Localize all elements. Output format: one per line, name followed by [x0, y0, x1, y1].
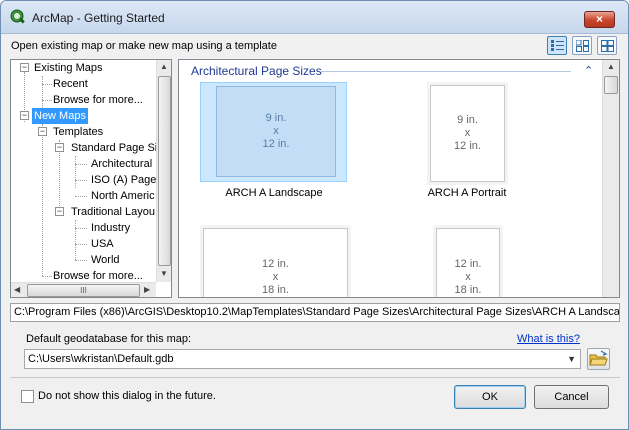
tree-industry[interactable]: Industry — [91, 220, 130, 236]
template-tile-arch-b-landscape[interactable]: 12 in. x 18 in. — [203, 228, 348, 297]
tree-connector — [42, 276, 52, 277]
tile-dim-1: 12 in. — [454, 258, 482, 270]
scroll-up-arrow-icon[interactable]: ▲ — [160, 62, 168, 71]
tree-existing-maps[interactable]: Existing Maps — [34, 60, 102, 76]
tree-connector — [75, 180, 87, 181]
chevron-down-icon[interactable]: ▼ — [567, 350, 576, 368]
tree-horizontal-scrollbar[interactable]: ◀ III ▶ — [11, 282, 156, 297]
small-thumbnails-icon — [576, 40, 589, 52]
tree-templates[interactable]: Templates — [53, 124, 103, 140]
tree-architectural[interactable]: Architectural — [91, 156, 152, 172]
tree-connector — [75, 220, 76, 260]
ok-button[interactable]: OK — [454, 385, 526, 409]
gallery-header-divider — [321, 71, 571, 72]
collapse-traditional-layouts-icon[interactable]: − — [55, 207, 64, 216]
tile-dim-2: 18 in. — [262, 284, 289, 296]
collapse-existing-maps-icon[interactable]: − — [20, 63, 29, 72]
tree-connector — [75, 244, 87, 245]
tile-dim-x: x — [272, 271, 279, 283]
template-tile-arch-b-portrait[interactable]: 12 in. x 18 in. — [436, 228, 500, 297]
tree-usa[interactable]: USA — [91, 236, 114, 252]
tree-vertical-scrollbar[interactable]: ▲ ▼ — [156, 60, 171, 282]
cancel-button[interactable]: Cancel — [534, 385, 609, 409]
tile-dim-1: 12 in. — [262, 258, 289, 270]
tree-connector — [75, 260, 87, 261]
footer-divider — [10, 377, 620, 378]
tree-iso-a-page[interactable]: ISO (A) Page — [91, 172, 156, 188]
open-folder-icon — [589, 350, 608, 366]
tree-world[interactable]: World — [91, 252, 120, 268]
tree-vertical-scroll-thumb[interactable] — [158, 76, 171, 266]
tree-connector — [42, 76, 43, 108]
tree-connector — [75, 196, 87, 197]
instructions-text: Open existing map or make new map using … — [11, 40, 277, 52]
tree-connector — [42, 84, 52, 85]
details-view-icon — [551, 40, 564, 51]
browse-geodatabase-button[interactable] — [587, 348, 610, 370]
template-path-field: C:\Program Files (x86)\ArcGIS\Desktop10.… — [10, 303, 620, 322]
tree-north-american[interactable]: North Americ — [91, 188, 155, 204]
tree-new-maps[interactable]: New Maps — [32, 108, 88, 124]
gallery-vertical-scrollbar[interactable]: ▲ — [602, 60, 619, 297]
gallery-scroll-up-arrow-icon[interactable]: ▲ — [607, 62, 615, 71]
tree-connector — [42, 100, 52, 101]
tree-standard-page-sizes[interactable]: Standard Page Si — [71, 140, 157, 156]
tile-label: ARCH A Portrait — [427, 187, 507, 199]
details-view-button[interactable] — [547, 36, 567, 55]
template-gallery[interactable]: Architectural Page Sizes ⌃ 9 in. x 12 in… — [178, 59, 620, 298]
what-is-this-link[interactable]: What is this? — [517, 333, 580, 345]
tree-horizontal-scroll-thumb[interactable]: III — [27, 284, 140, 297]
tree-connector — [42, 124, 43, 276]
tile-dim-1: 9 in. — [457, 114, 478, 126]
large-thumbnails-button[interactable] — [597, 36, 617, 55]
gallery-group-header: Architectural Page Sizes — [191, 64, 322, 78]
collapse-standard-page-sizes-icon[interactable]: − — [55, 143, 64, 152]
tile-dim-2: 12 in. — [262, 138, 290, 150]
tree-browse-templates[interactable]: Browse for more... — [53, 268, 143, 282]
collapse-group-icon[interactable]: ⌃ — [584, 64, 593, 77]
tree-traditional-layouts[interactable]: Traditional Layou — [71, 204, 155, 220]
window-title: ArcMap - Getting Started — [32, 11, 165, 25]
tree-browse-existing[interactable]: Browse for more... — [53, 92, 143, 108]
close-button[interactable]: × — [584, 11, 615, 28]
tree-connector — [75, 164, 87, 165]
tile-dim-x: x — [273, 125, 279, 137]
title-bar: ArcMap - Getting Started × — [1, 1, 628, 34]
do-not-show-label[interactable]: Do not show this dialog in the future. — [38, 390, 216, 402]
template-tile-arch-a-portrait[interactable]: 9 in. x 12 in. — [430, 85, 505, 182]
arcmap-app-icon — [10, 9, 25, 24]
tree-recent[interactable]: Recent — [53, 76, 88, 92]
tile-dim-x: x — [465, 271, 471, 283]
scroll-right-arrow-icon[interactable]: ▶ — [144, 285, 150, 294]
geodatabase-combobox[interactable]: C:\Users\wkristan\Default.gdb ▼ — [24, 349, 581, 369]
tree-content: − − − − − Existing Maps Recent Browse fo… — [11, 60, 157, 282]
geodatabase-label: Default geodatabase for this map: — [26, 333, 192, 345]
collapse-templates-icon[interactable]: − — [38, 127, 47, 136]
tree-connector — [75, 228, 87, 229]
scroll-left-arrow-icon[interactable]: ◀ — [14, 285, 20, 294]
collapse-new-maps-icon[interactable]: − — [20, 111, 29, 120]
template-tile-arch-a-landscape[interactable]: 9 in. x 12 in. — [216, 86, 336, 177]
arcmap-getting-started-dialog: ArcMap - Getting Started × Open existing… — [0, 0, 629, 430]
scroll-down-arrow-icon[interactable]: ▼ — [160, 269, 168, 278]
tile-dim-1: 9 in. — [265, 112, 287, 124]
tile-dim-2: 18 in. — [454, 284, 482, 296]
tile-dim-x: x — [464, 127, 471, 139]
tile-label: ARCH A Landscape — [225, 187, 323, 199]
gallery-scroll-thumb[interactable] — [604, 76, 618, 94]
category-tree[interactable]: − − − − − Existing Maps Recent Browse fo… — [10, 59, 172, 298]
large-thumbnails-icon — [601, 40, 614, 52]
do-not-show-checkbox[interactable] — [21, 390, 34, 403]
geodatabase-value: C:\Users\wkristan\Default.gdb — [28, 353, 174, 365]
small-thumbnails-button[interactable] — [572, 36, 592, 55]
tree-connector — [75, 156, 76, 188]
tile-dim-2: 12 in. — [454, 140, 481, 152]
